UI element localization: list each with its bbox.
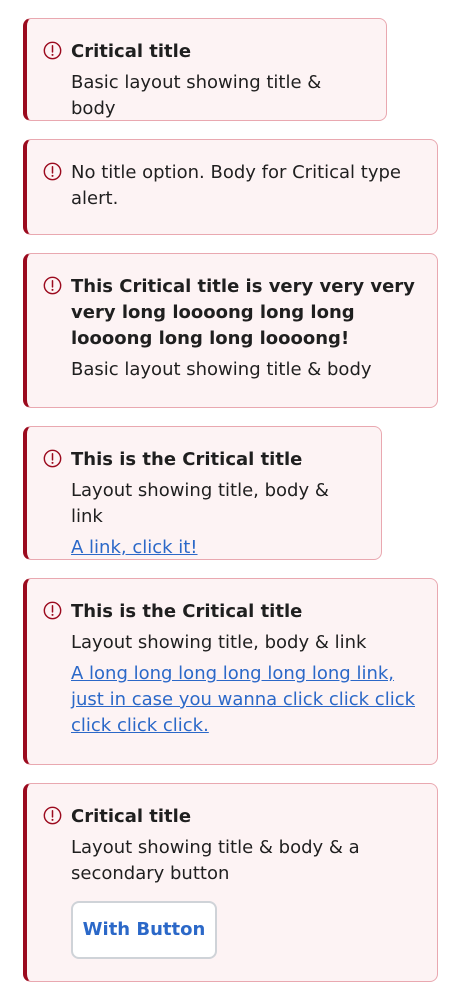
- alert-body: Basic layout showing title & body: [71, 359, 372, 380]
- alert-body: No title option. Body for Critical type …: [71, 162, 401, 209]
- alert-body: Layout showing title, body & link: [71, 632, 367, 653]
- alert-circle-icon: [43, 806, 62, 825]
- alert-circle-icon: [43, 41, 62, 60]
- alert-title: This is the Critical title: [71, 601, 303, 622]
- critical-alert: No title option. Body for Critical type …: [23, 139, 438, 235]
- secondary-button[interactable]: With Button: [71, 901, 217, 959]
- critical-alert: Critical title Basic layout showing titl…: [23, 18, 387, 121]
- alert-body: Basic layout showing title & body: [71, 72, 322, 119]
- critical-alert: This is the Critical title Layout showin…: [23, 426, 382, 560]
- critical-alert: This Critical title is very very very ve…: [23, 253, 438, 408]
- alert-link[interactable]: A long long long long long long link, ju…: [71, 661, 419, 739]
- alert-title: Critical title: [71, 41, 192, 62]
- alert-circle-icon: [43, 449, 62, 468]
- alert-body: Layout showing title & body & a secondar…: [71, 837, 360, 884]
- critical-alert: This is the Critical title Layout showin…: [23, 578, 438, 765]
- alert-link[interactable]: A link, click it!: [71, 535, 363, 561]
- alert-title: Critical title: [71, 806, 192, 827]
- critical-alert: Critical title Layout showing title & bo…: [23, 783, 438, 982]
- alert-circle-icon: [43, 276, 62, 295]
- alert-circle-icon: [43, 601, 62, 620]
- alert-title: This Critical title is very very very ve…: [71, 276, 415, 349]
- alert-body: Layout showing title, body & link: [71, 480, 329, 527]
- alert-title: This is the Critical title: [71, 449, 303, 470]
- alert-circle-icon: [43, 162, 62, 181]
